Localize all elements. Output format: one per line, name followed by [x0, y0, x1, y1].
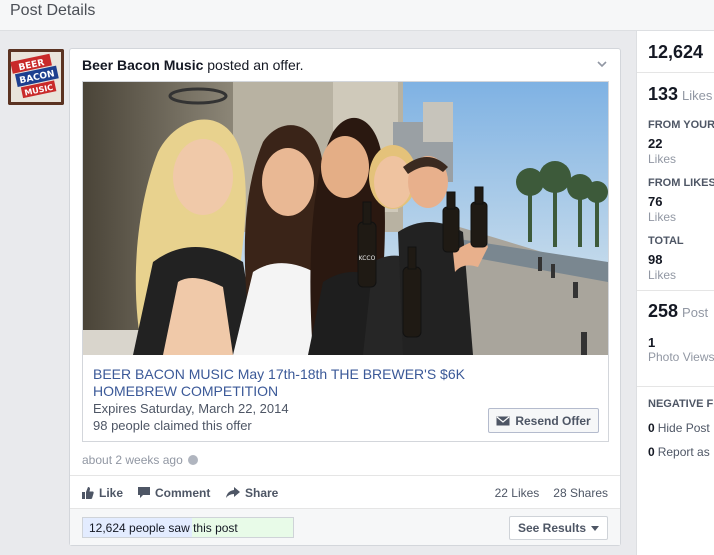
reach-total: 12,624	[648, 42, 704, 62]
offer-attachment[interactable]: KCCO BEER BACON MUSIC May 17th-18th THE …	[82, 81, 609, 442]
post-header: Beer Bacon Music posted an offer.	[82, 57, 304, 73]
envelope-icon	[496, 416, 510, 425]
hide-post-label: Hide Post	[657, 421, 710, 435]
comment-button[interactable]: Comment	[138, 486, 210, 500]
like-button[interactable]: Like	[82, 486, 123, 500]
comment-icon	[138, 487, 150, 498]
globe-icon	[187, 455, 198, 465]
from-likes-label: Likes	[648, 210, 677, 224]
see-results-label: See Results	[517, 521, 587, 535]
insights-likes-block: 133 Likes FROM YOUR 22 Likes FROM LIKES, …	[637, 73, 714, 291]
bottle-label-text: KCCO	[359, 255, 376, 262]
thumbs-up-icon	[82, 487, 94, 499]
top-bar: Post Details	[0, 0, 714, 31]
timestamp-text[interactable]: about 2 weeks ago	[82, 453, 183, 467]
share-button[interactable]: Share	[226, 486, 278, 500]
offer-title-link[interactable]: BEER BACON MUSIC May 17th-18th THE BREWE…	[93, 366, 483, 400]
report-stat: 0 Report as	[648, 445, 710, 459]
reach-bar: 12,624 people saw this post	[82, 517, 294, 538]
negative-heading: NEGATIVE FE	[648, 398, 714, 410]
see-results-button[interactable]: See Results	[509, 516, 608, 540]
hide-post-value: 0	[648, 421, 655, 435]
like-label: Like	[99, 486, 124, 500]
likes-total-value: 133	[648, 84, 679, 104]
report-value: 0	[648, 445, 655, 459]
offer-claimed-count: 98 people claimed this offer	[93, 418, 252, 433]
likes-total: 133 Likes	[648, 84, 712, 105]
share-label: Share	[245, 486, 279, 500]
total-label: Likes	[648, 268, 677, 282]
from-your-value: 22	[648, 136, 663, 151]
from-likes-value: 76	[648, 194, 663, 209]
post-card: Beer Bacon Music posted an offer. KCCO B…	[69, 48, 621, 546]
engagement-counts: 22 Likes 28 Shares	[495, 486, 608, 500]
shares-count[interactable]: 28 Shares	[553, 486, 608, 500]
photo-views-label: Photo Views	[648, 350, 714, 364]
likes-count[interactable]: 22 Likes	[495, 486, 540, 500]
likes-total-label: Likes	[682, 88, 713, 103]
caret-down-icon	[591, 525, 600, 531]
post-timestamp[interactable]: about 2 weeks ago	[82, 453, 198, 467]
chevron-down-icon[interactable]	[596, 58, 608, 70]
post-action-text: posted an offer.	[203, 57, 304, 73]
report-label: Report as	[657, 445, 710, 459]
offer-photo[interactable]: KCCO	[83, 82, 608, 355]
share-arrow-icon	[226, 487, 240, 498]
reach-text: 12,624 people saw this post	[89, 521, 238, 535]
from-likes-heading: FROM LIKES,	[648, 177, 714, 189]
insights-panel: 12,624 133 Likes FROM YOUR 22 Likes FROM …	[636, 31, 714, 555]
post-clicks-value: 258	[648, 301, 679, 321]
total-heading: TOTAL	[648, 235, 684, 247]
reach-row: 12,624 people saw this post See Results	[70, 508, 620, 545]
insights-clicks-block: 258 Post 1 Photo Views	[637, 291, 714, 387]
resend-offer-label: Resend Offer	[515, 413, 591, 428]
beer-bacon-music-logo: BEER BACON MUSIC	[8, 49, 64, 105]
author-link[interactable]: Beer Bacon Music	[82, 57, 203, 73]
from-your-label: Likes	[648, 152, 677, 166]
comment-label: Comment	[155, 486, 211, 500]
resend-offer-button[interactable]: Resend Offer	[488, 408, 599, 433]
post-actions-bar: Like Comment Share 22 Likes 28 Shares	[70, 475, 620, 508]
post-clicks: 258 Post	[648, 301, 708, 322]
page-title: Post Details	[10, 2, 96, 19]
offer-expiration: Expires Saturday, March 22, 2014	[93, 401, 289, 416]
post-clicks-label: Post	[682, 305, 709, 320]
from-your-heading: FROM YOUR	[648, 119, 714, 131]
insights-reach-block: 12,624	[637, 31, 714, 73]
page-avatar[interactable]: BEER BACON MUSIC	[8, 49, 64, 105]
photo-views-value: 1	[648, 335, 656, 350]
insights-negative-block: NEGATIVE FE 0 Hide Post 0 Report as	[637, 387, 714, 555]
hide-post-stat: 0 Hide Post	[648, 421, 710, 435]
total-value: 98	[648, 252, 663, 267]
